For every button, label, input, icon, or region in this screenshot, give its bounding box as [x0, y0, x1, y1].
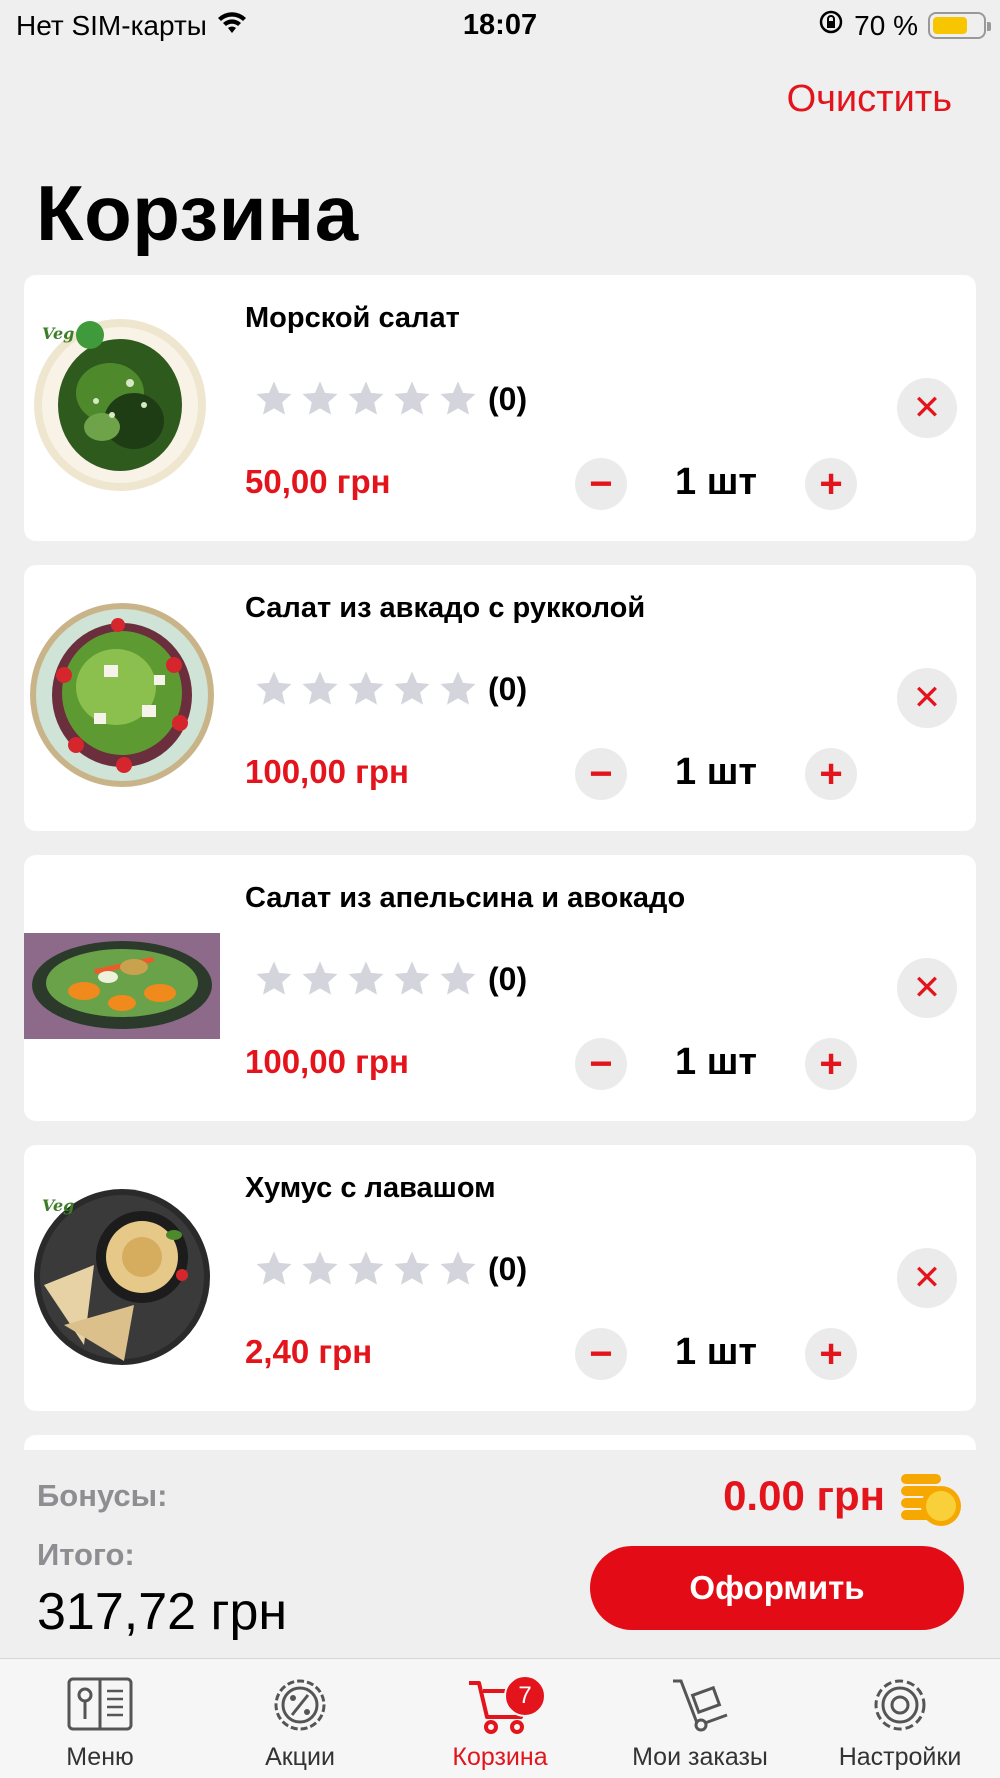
menu-book-icon — [65, 1673, 135, 1737]
hand-truck-icon — [665, 1673, 735, 1737]
remove-item-button[interactable]: ✕ — [897, 1248, 957, 1308]
star-icon — [300, 1248, 346, 1290]
cart-item: Veg Хумус с лавашом (0) 2,40 грн − 1 шт … — [24, 1145, 976, 1411]
star-icon — [438, 378, 484, 420]
discount-gear-icon — [265, 1673, 335, 1737]
quantity-value: 1 шт — [675, 1041, 757, 1083]
star-icon — [392, 958, 438, 1000]
settings-gear-icon — [865, 1673, 935, 1737]
item-price: 2,40 грн — [245, 1333, 373, 1370]
star-icon — [346, 958, 392, 1000]
increase-quantity-button[interactable]: + — [805, 1328, 857, 1380]
star-icon — [392, 668, 438, 710]
star-icon — [254, 1248, 300, 1290]
tab-label: Акции — [265, 1743, 335, 1771]
svg-text:Veg: Veg — [42, 324, 74, 343]
star-icon — [346, 1248, 392, 1290]
battery-icon — [928, 12, 991, 39]
cart-list[interactable]: Veg Морской салат (0) 50,00 грн − 1 шт +… — [24, 275, 976, 1450]
item-price: 100,00 грн — [245, 753, 409, 790]
tab-label: Меню — [66, 1743, 134, 1771]
decrease-quantity-button[interactable]: − — [575, 748, 627, 800]
star-icon — [438, 668, 484, 710]
star-icon — [254, 958, 300, 1000]
star-icon — [300, 958, 346, 1000]
coins-icon — [895, 1460, 967, 1532]
tab-promotions[interactable]: Акции — [200, 1659, 400, 1778]
increase-quantity-button[interactable]: + — [805, 458, 857, 510]
decrease-quantity-button[interactable]: − — [575, 458, 627, 510]
star-icon — [392, 378, 438, 420]
bonus-label: Бонусы: — [37, 1478, 168, 1513]
item-rating[interactable]: (0) — [254, 1247, 527, 1291]
cart-summary: Бонусы: 0.00 грн Итого: 317,72 грн Оформ… — [0, 1450, 1000, 1658]
tab-my-orders[interactable]: Мои заказы — [600, 1659, 800, 1778]
item-rating[interactable]: (0) — [254, 667, 527, 711]
checkout-button[interactable]: Оформить — [590, 1546, 964, 1630]
decrease-quantity-button[interactable]: − — [575, 1328, 627, 1380]
item-name: Салат из авкадо с рукколой — [245, 592, 646, 624]
orange-avocado-salad-image — [24, 885, 220, 1085]
rating-count: (0) — [488, 670, 528, 707]
star-icon — [346, 668, 392, 710]
star-icon — [438, 1248, 484, 1290]
quantity-value: 1 шт — [675, 1331, 757, 1373]
star-icon — [438, 958, 484, 1000]
item-price: 100,00 грн — [245, 1043, 409, 1080]
cart-item-partial — [24, 1435, 976, 1450]
status-indicators: 70 % — [818, 9, 991, 42]
item-rating[interactable]: (0) — [254, 377, 527, 421]
tab-label: Настройки — [838, 1743, 962, 1771]
tab-label: Мои заказы — [632, 1743, 768, 1771]
rating-count: (0) — [488, 1250, 528, 1287]
tab-cart[interactable]: 7 Корзина — [400, 1659, 600, 1778]
item-name: Салат из апельсина и авокадо — [245, 882, 686, 914]
cart-item: Салат из авкадо с рукколой (0) 100,00 гр… — [24, 565, 976, 831]
item-name: Морской салат — [245, 302, 460, 334]
tab-bar: Меню Акции 7 Корзина Мои заказы Настройк… — [0, 1658, 1000, 1778]
rating-count: (0) — [488, 380, 528, 417]
remove-item-button[interactable]: ✕ — [897, 378, 957, 438]
total-label: Итого: — [37, 1537, 135, 1572]
rating-count: (0) — [488, 960, 528, 997]
item-price: 50,00 грн — [245, 463, 391, 500]
quantity-value: 1 шт — [675, 461, 757, 503]
decrease-quantity-button[interactable]: − — [575, 1038, 627, 1090]
clear-cart-button[interactable]: Очистить — [787, 78, 952, 121]
hummus-lavash-image: Veg — [24, 1175, 220, 1375]
increase-quantity-button[interactable]: + — [805, 1038, 857, 1090]
cart-item: Veg Морской салат (0) 50,00 грн − 1 шт +… — [24, 275, 976, 541]
quantity-value: 1 шт — [675, 751, 757, 793]
star-icon — [254, 668, 300, 710]
status-bar: Нет SIM-карты 18:07 70 % — [0, 0, 1000, 50]
battery-percent: 70 % — [854, 9, 918, 41]
item-name: Хумус с лавашом — [245, 1172, 496, 1204]
star-icon — [300, 668, 346, 710]
orientation-lock-icon — [818, 9, 844, 42]
cart-count-badge: 7 — [504, 1675, 546, 1717]
remove-item-button[interactable]: ✕ — [897, 958, 957, 1018]
tab-menu[interactable]: Меню — [0, 1659, 200, 1778]
item-rating[interactable]: (0) — [254, 957, 527, 1001]
remove-item-button[interactable]: ✕ — [897, 668, 957, 728]
cart-screen: Нет SIM-карты 18:07 70 % Очистить Корзин… — [0, 0, 1000, 1778]
tab-label: Корзина — [452, 1743, 548, 1771]
star-icon — [300, 378, 346, 420]
star-icon — [346, 378, 392, 420]
star-icon — [392, 1248, 438, 1290]
battery-level — [933, 17, 967, 34]
tab-settings[interactable]: Настройки — [800, 1659, 1000, 1778]
svg-text:Veg: Veg — [42, 1196, 74, 1215]
bonus-value: 0.00 грн — [723, 1472, 885, 1519]
increase-quantity-button[interactable]: + — [805, 748, 857, 800]
page-title: Корзина — [36, 169, 359, 257]
total-value: 317,72 грн — [37, 1583, 288, 1641]
star-icon — [254, 378, 300, 420]
cart-item: Салат из апельсина и авокадо (0) 100,00 … — [24, 855, 976, 1121]
avocado-arugula-salad-image — [24, 595, 220, 795]
sea-salad-image: Veg — [24, 305, 220, 505]
